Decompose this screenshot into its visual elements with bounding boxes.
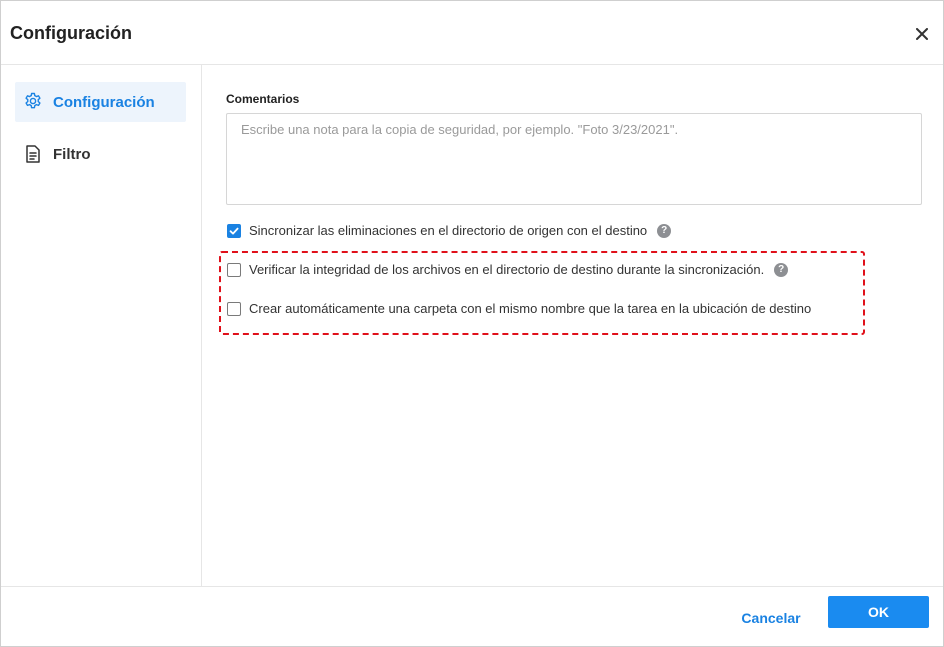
auto-create-folder-checkbox[interactable] (227, 301, 241, 316)
settings-dialog: Configuración Configuración Filtro Comen… (0, 0, 944, 647)
sidebar: Configuración Filtro (1, 65, 202, 586)
comments-input[interactable] (226, 113, 922, 205)
dialog-title: Configuración (10, 23, 132, 43)
verify-integrity-checkbox[interactable] (227, 262, 241, 277)
option-label: Verificar la integridad de los archivos … (249, 262, 765, 277)
sidebar-item-configuracion[interactable]: Configuración (15, 82, 186, 122)
option-label: Crear automáticamente una carpeta con el… (249, 301, 812, 316)
sidebar-item-filtro[interactable]: Filtro (15, 134, 186, 174)
document-filter-icon (23, 144, 43, 164)
sync-deletions-checkbox[interactable] (227, 223, 241, 238)
checkmark-icon (229, 227, 239, 234)
help-icon[interactable]: ? (774, 262, 789, 277)
sidebar-item-label: Configuración (53, 93, 155, 111)
cancel-button[interactable]: Cancelar (731, 602, 811, 634)
option-verify-integrity: Verificar la integridad de los archivos … (227, 262, 789, 277)
close-icon (916, 28, 928, 40)
gear-icon (23, 92, 43, 112)
help-icon[interactable]: ? (657, 223, 672, 238)
option-auto-create-folder: Crear automáticamente una carpeta con el… (227, 301, 811, 316)
sidebar-item-label: Filtro (53, 145, 91, 163)
dialog-footer: Cancelar OK (1, 586, 943, 646)
ok-button[interactable]: OK (828, 596, 929, 628)
dialog-header: Configuración (1, 1, 943, 65)
option-sync-deletions: Sincronizar las eliminaciones en el dire… (227, 223, 672, 238)
comments-label: Comentarios (226, 92, 300, 106)
close-button[interactable] (909, 21, 935, 47)
settings-content: Comentarios Sincronizar las eliminacione… (203, 65, 943, 586)
option-label: Sincronizar las eliminaciones en el dire… (249, 223, 648, 238)
